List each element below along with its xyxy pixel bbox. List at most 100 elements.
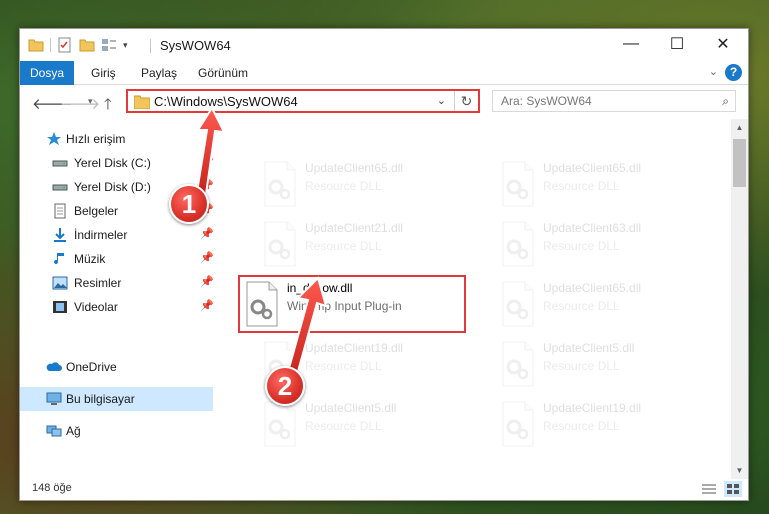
star-icon — [47, 132, 61, 145]
file-name: UpdateClient63.dll — [543, 221, 642, 235]
file-item[interactable]: in_dshow.dll Winamp Input Plug-in — [238, 275, 466, 333]
computer-icon — [46, 392, 62, 405]
window-title: SysWOW64 — [160, 38, 231, 53]
explorer-window: ▾ SysWOW64 — ☐ ✕ Dosya Giriş Paylaş Görü… — [19, 28, 749, 501]
sidebar-item-onedrive[interactable]: OneDrive — [20, 355, 213, 379]
step-1-badge: 1 — [169, 184, 209, 224]
help-button[interactable]: ? — [725, 64, 742, 81]
search-icon[interactable]: ⌕ — [722, 94, 729, 109]
file-item[interactable]: UpdateClient19.dll Resource DLL — [496, 397, 724, 451]
tab-view[interactable]: Görünüm — [198, 61, 248, 85]
dll-file-icon — [502, 341, 534, 387]
sidebar-item-label: İndirmeler — [74, 228, 128, 242]
dll-file-icon — [502, 401, 534, 447]
tab-share[interactable]: Paylaş — [141, 61, 177, 85]
file-description: Resource DLL — [543, 239, 620, 253]
drive-icon — [52, 184, 68, 191]
recent-locations-icon[interactable]: ▾ — [88, 96, 93, 107]
scroll-down-icon[interactable]: ▼ — [731, 462, 748, 479]
address-path[interactable]: C:\Windows\SysWOW64 — [154, 94, 298, 109]
sidebar-item-i-ndirmeler[interactable]: İndirmeler 📌 — [20, 223, 214, 247]
dll-file-icon — [246, 281, 278, 327]
pin-icon: 📌 — [200, 156, 214, 168]
tab-home[interactable]: Giriş — [91, 61, 116, 85]
folder-icon — [134, 95, 150, 109]
file-item[interactable]: UpdateClient21.dll Resource DLL — [258, 217, 486, 271]
file-name: in_dshow.dll — [287, 281, 353, 295]
large-icons-view-icon[interactable] — [724, 481, 742, 497]
file-description: Resource DLL — [543, 359, 620, 373]
properties-icon[interactable] — [57, 37, 73, 53]
file-item[interactable]: UpdateClient63.dll Resource DLL — [496, 217, 724, 271]
file-description: Resource DLL — [305, 419, 382, 433]
search-box[interactable]: Ara: SysWOW64 ⌕ — [492, 90, 736, 112]
sidebar-item-label: Resimler — [74, 276, 122, 290]
file-description: Resource DLL — [305, 239, 382, 253]
dll-file-icon — [264, 401, 296, 447]
file-description: Resource DLL — [543, 419, 620, 433]
file-description: Resource DLL — [305, 359, 382, 373]
pin-icon: 📌 — [200, 276, 214, 288]
file-item[interactable]: UpdateClient5.dll Resource DLL — [258, 397, 486, 451]
quick-access-toolbar: ▾ — [28, 37, 128, 53]
close-button[interactable]: ✕ — [700, 29, 746, 59]
sidebar-item-quick-access[interactable]: Hızlı erişim — [20, 127, 213, 151]
sidebar-item-network[interactable]: Ağ — [20, 419, 213, 443]
file-name: UpdateClient5.dll — [305, 401, 397, 415]
file-name: UpdateClient21.dll — [305, 221, 404, 235]
toolbar-separator — [50, 38, 51, 52]
network-icon — [46, 425, 62, 437]
customize-toolbar-dropdown-icon[interactable]: ▾ — [123, 40, 128, 51]
file-name: UpdateClient65.dll — [305, 161, 404, 175]
tab-file[interactable]: Dosya — [20, 61, 74, 85]
videos-icon — [53, 301, 67, 313]
sidebar-item-m-zik[interactable]: Müzik 📌 — [20, 247, 214, 271]
minimize-button[interactable]: — — [608, 29, 654, 59]
sidebar-item-this-pc[interactable]: Bu bilgisayar — [20, 387, 213, 411]
navigation-bar: 🡐 🡒 ▾ 🡑 C:\Windows\SysWOW64 ⌄ ↻ Ara: Sys… — [20, 86, 748, 118]
sidebar-item-label: Ağ — [66, 424, 81, 438]
scroll-up-icon[interactable]: ▲ — [731, 119, 748, 136]
search-placeholder[interactable]: Ara: SysWOW64 — [501, 94, 592, 108]
file-description: Winamp Input Plug-in — [287, 299, 402, 313]
documents-icon — [54, 203, 66, 219]
sidebar-item-yerel-disk-c-[interactable]: Yerel Disk (C:) 📌 — [20, 151, 214, 175]
address-bar[interactable]: C:\Windows\SysWOW64 ⌄ ↻ — [126, 89, 480, 113]
refresh-icon[interactable]: ↻ — [454, 91, 478, 111]
music-icon — [54, 253, 64, 265]
dll-file-icon — [502, 161, 534, 207]
scroll-thumb[interactable] — [733, 139, 746, 187]
file-item[interactable]: UpdateClient65.dll Resource DLL — [496, 277, 724, 331]
details-view-icon[interactable] — [700, 481, 718, 497]
step-2-badge: 2 — [265, 366, 305, 406]
sidebar-item-label: Yerel Disk (D:) — [74, 180, 151, 194]
up-arrow-icon[interactable]: 🡑 — [104, 94, 112, 119]
file-item[interactable]: UpdateClient5.dll Resource DLL — [496, 337, 724, 391]
dll-file-icon — [264, 221, 296, 267]
folder-icon[interactable] — [28, 37, 44, 53]
vertical-scrollbar[interactable]: ▲ ▼ — [731, 119, 748, 479]
sidebar-item-label: Belgeler — [74, 204, 119, 218]
dll-file-icon — [264, 161, 296, 207]
file-item[interactable]: UpdateClient65.dll Resource DLL — [496, 157, 724, 211]
sidebar-item-resimler[interactable]: Resimler 📌 — [20, 271, 214, 295]
downloads-icon — [54, 228, 66, 242]
pictures-icon — [52, 276, 68, 290]
expand-ribbon-icon[interactable]: ⌄ — [709, 65, 718, 78]
dll-file-icon — [502, 221, 534, 267]
status-bar: 148 öğe — [20, 478, 748, 500]
file-name: UpdateClient19.dll — [543, 401, 642, 415]
sidebar-item-label: Bu bilgisayar — [66, 392, 135, 406]
address-dropdown-icon[interactable]: ⌄ — [437, 94, 446, 107]
file-item[interactable]: UpdateClient65.dll Resource DLL — [258, 157, 486, 211]
forward-arrow-icon[interactable]: 🡒 — [60, 94, 100, 113]
file-name: UpdateClient5.dll — [543, 341, 635, 355]
sidebar-item-videolar[interactable]: Videolar 📌 — [20, 295, 214, 319]
file-description: Resource DLL — [543, 179, 620, 193]
maximize-button[interactable]: ☐ — [654, 29, 700, 59]
sidebar-item-label: Yerel Disk (C:) — [74, 156, 151, 170]
navigation-pane: Hızlı erişim Yerel Disk (C:) 📌 Yerel Disk … — [20, 119, 214, 479]
sidebar-item-label: Videolar — [74, 300, 118, 314]
view-options-icon[interactable] — [101, 37, 117, 53]
new-folder-icon[interactable] — [79, 37, 95, 53]
